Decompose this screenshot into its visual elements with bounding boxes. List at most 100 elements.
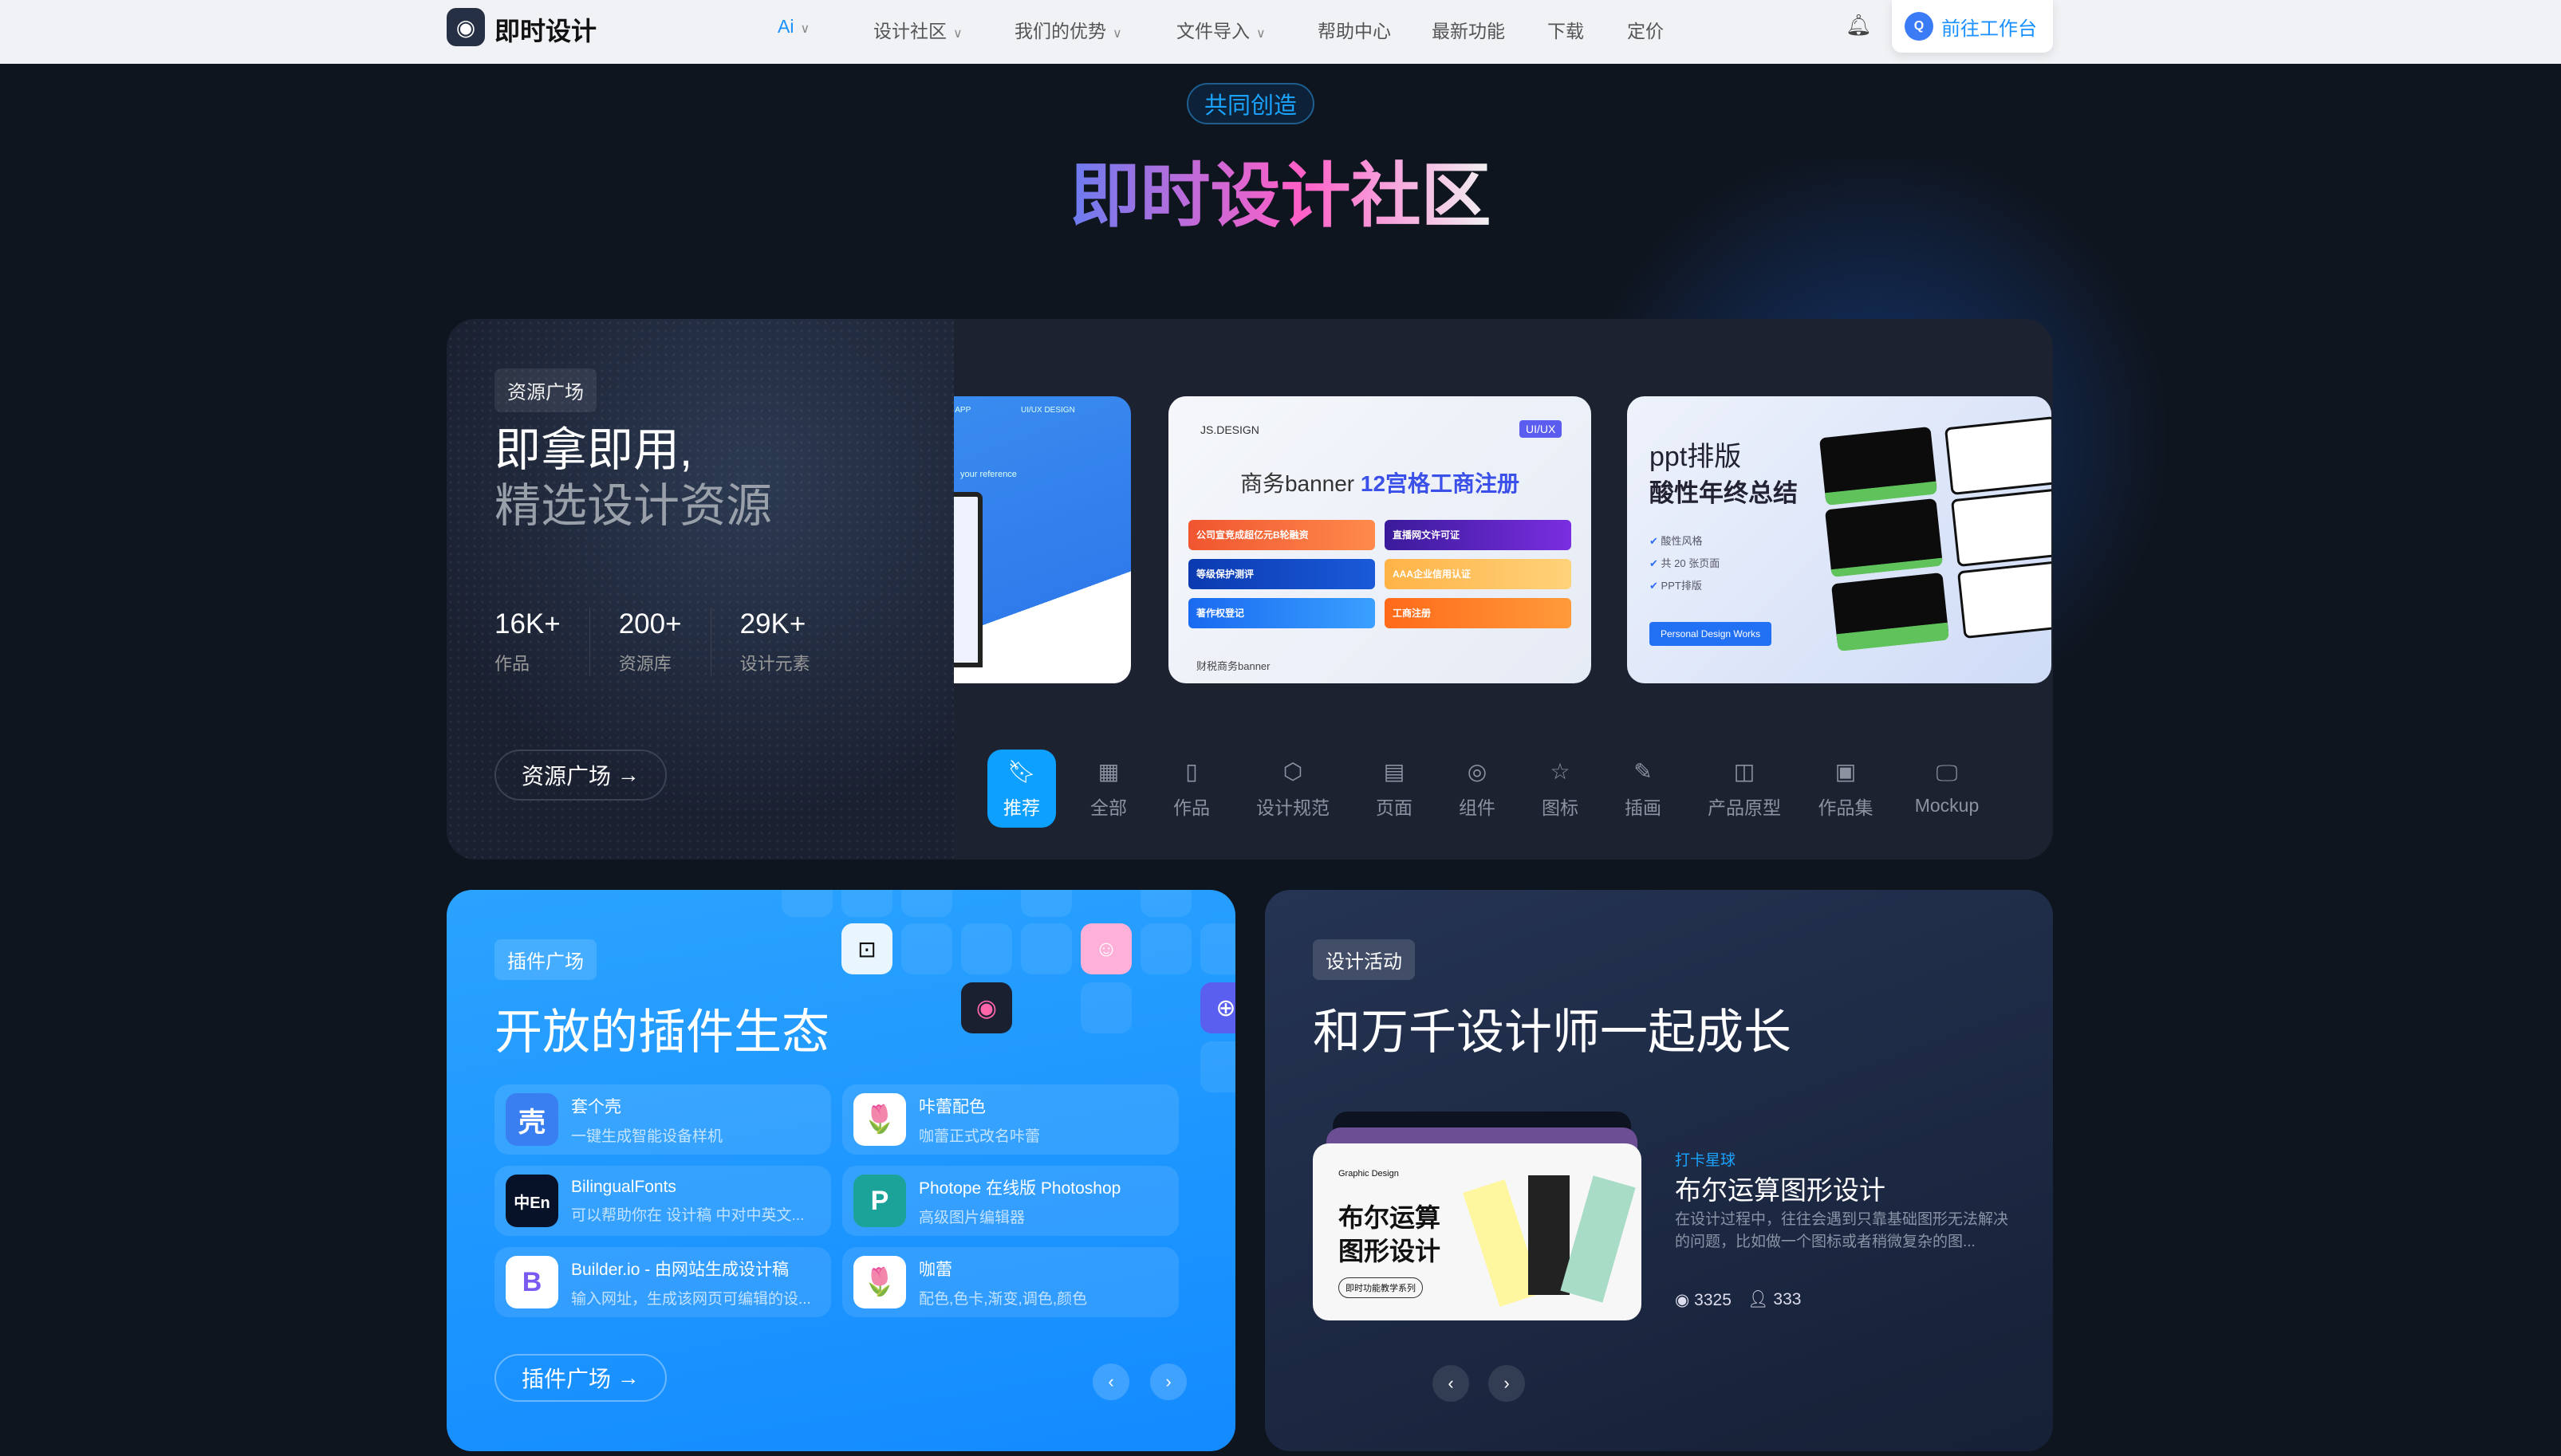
tab-2[interactable]: ▯ 作品 — [1150, 750, 1233, 828]
user-icon: 👤︎ — [1747, 1290, 1769, 1308]
next-button[interactable]: › — [1150, 1364, 1187, 1400]
check-icon: ✔ — [1649, 535, 1658, 547]
tab-10[interactable]: 🖵 Mockup — [1887, 750, 2007, 828]
scroll-icon: ▯ — [1185, 758, 1198, 784]
grid-icon: ▦ — [1097, 758, 1120, 784]
event-description: 在设计过程中，往往会遇到只靠基础图形无法解决的问题，比如做一个图标或者稍微复杂的… — [1675, 1211, 2009, 1250]
resources-intro-panel: 资源广场 即拿即用, 精选设计资源 16K+ 作品 200+ 资源库 29K+ 设计元… — [447, 319, 954, 860]
page-icon: ▤ — [1383, 758, 1405, 784]
resources-button[interactable]: 资源广场 → — [494, 750, 667, 801]
plugin-floating-icon: ◉ — [961, 982, 1012, 1033]
check-icon: ✔ — [1649, 557, 1658, 569]
plugins-tag: 插件广场 — [494, 939, 597, 980]
nav-pricing[interactable]: 定价 — [1627, 16, 1664, 43]
nav-advantages[interactable]: 我们的优势 ∨ — [1015, 16, 1122, 43]
resources-tag: 资源广场 — [494, 368, 597, 412]
resources-section: 资源广场 即拿即用, 精选设计资源 16K+ 作品 200+ 资源库 29K+ 设计元… — [447, 319, 2053, 860]
top-navbar: ◉ 即时设计 Ai ∨ 设计社区 ∨ 我们的优势 ∨ 文件导入 ∨ 帮助中心 最新功能 … — [0, 0, 2561, 64]
bell-icon[interactable]: 🔔︎ — [1846, 13, 1872, 37]
tab-4[interactable]: ▤ 页面 — [1353, 750, 1436, 828]
bookmark-icon: 🔖︎ — [1007, 758, 1036, 784]
plugin-list: 壳套个壳 一键生成智能设备样机 🌷 咔蕾配色 咖蕾正式改名咔蕾 中En BilingualF… — [494, 1084, 1179, 1317]
chevron-down-icon: ∨ — [1256, 27, 1266, 41]
participants-count: 👤︎ 333 — [1747, 1290, 1802, 1308]
ppt-slide-thumb — [1950, 487, 2051, 568]
plugin-icon: B — [506, 1256, 558, 1308]
hero-badge: 共同创造 — [1187, 83, 1314, 124]
resources-headline: 即拿即用, — [494, 424, 693, 476]
tab-9[interactable]: ▣ 作品集 — [1804, 750, 1887, 828]
arrow-right-icon: → — [617, 1365, 640, 1390]
resource-card-banner[interactable]: JS.DESIGN UI/UX 商务banner 12宫格工商注册 公司宣竞成超… — [1168, 396, 1591, 683]
stat-libraries: 200+ 资源库 — [618, 608, 682, 674]
category-tabs: 🔖︎ 推荐 ▦ 全部 ▯ 作品 ⬡ 设计规范 ▤ 页面 ◎ 组件 ☆ 图标 ✎ 插画 ◫ 产品原型 ▣ 作品集 🖵 Moc… — [987, 750, 2007, 828]
stat-elements: 29K+ 设计元素 — [739, 608, 810, 674]
check-icon: ✔ — [1649, 580, 1658, 592]
ppt-slide-thumb — [1818, 426, 1938, 506]
plugin-item[interactable]: P Photope 在线版 Photoshop 高级图片编辑器 — [842, 1166, 1179, 1236]
nav-download[interactable]: 下载 — [1547, 16, 1584, 43]
views-count: ◉ 3325 — [1675, 1291, 1732, 1309]
events-section: 设计活动 和万千设计师一起成长 Graphic Design 布尔运算图形设计 … — [1265, 890, 2053, 1451]
plugin-floating-icon: ⊕ — [1200, 982, 1235, 1033]
next-button[interactable]: › — [1488, 1365, 1525, 1402]
tab-1[interactable]: ▦ 全部 — [1067, 750, 1150, 828]
prev-button[interactable]: ‹ — [1093, 1364, 1129, 1400]
card-subtitle: your reference — [960, 470, 1017, 479]
workspace-icon: Q — [1905, 12, 1933, 41]
star-icon: ☆ — [1550, 758, 1570, 784]
plugin-item[interactable]: 🌷 咔蕾配色 咖蕾正式改名咔蕾 — [842, 1084, 1179, 1155]
nav-community[interactable]: 设计社区 ∨ — [873, 16, 963, 43]
nav-help[interactable]: 帮助中心 — [1318, 16, 1391, 43]
ppt-slide-thumb — [1824, 498, 1944, 578]
plugin-item[interactable]: 🌷 咖蕾 配色,色卡,渐变,调色,颜色 — [842, 1247, 1179, 1317]
plugin-item[interactable]: 壳套个壳 一键生成智能设备样机 — [494, 1084, 831, 1155]
logo-icon[interactable]: ◉ — [447, 8, 485, 46]
chevron-down-icon: ∨ — [800, 22, 810, 36]
event-title[interactable]: 布尔运算图形设计 — [1675, 1169, 1885, 1207]
tab-5[interactable]: ◎ 组件 — [1436, 750, 1519, 828]
chevron-down-icon: ∨ — [1113, 27, 1122, 41]
feather-icon: ✎ — [1633, 758, 1653, 784]
tab-7[interactable]: ✎ 插画 — [1602, 750, 1684, 828]
toggle-icon: ◎ — [1467, 758, 1487, 784]
workspace-button[interactable]: Q 前往工作台 — [1892, 0, 2053, 53]
chevron-down-icon: ∨ — [953, 27, 963, 41]
feature-list: ✔ 酸性风格 ✔ 共 20 张页面 ✔ PPT排版 — [1649, 535, 1720, 592]
plugin-icon: P — [853, 1175, 906, 1227]
tab-0[interactable]: 🔖︎ 推荐 — [987, 750, 1056, 828]
nav-ai[interactable]: Ai ∨ — [778, 16, 810, 37]
plugin-icon: 中En — [506, 1175, 558, 1227]
plugin-floating-icon: ☺ — [1081, 923, 1132, 974]
plugin-floating-icon: ⊡ — [841, 923, 892, 974]
resources-subheadline: 精选设计资源 — [494, 480, 773, 532]
tab-6[interactable]: ☆ 图标 — [1519, 750, 1602, 828]
brand-name[interactable]: 即时设计 — [494, 11, 597, 48]
ppt-slide-thumb — [1956, 559, 2051, 639]
briefcase-icon: ▣ — [1834, 758, 1857, 784]
event-cover[interactable]: Graphic Design 布尔运算图形设计 即时功能教学系列 — [1313, 1143, 1641, 1320]
event-category: 打卡星球 — [1675, 1152, 1736, 1169]
plugin-icon: 🌷 — [853, 1256, 906, 1308]
ppt-slide-thumb — [1944, 415, 2051, 496]
nav-new-features[interactable]: 最新功能 — [1432, 16, 1505, 43]
prev-button[interactable]: ‹ — [1432, 1365, 1469, 1402]
nav-import[interactable]: 文件导入 ∨ — [1176, 16, 1266, 43]
divider — [589, 608, 590, 676]
plugin-item[interactable]: 中En BilingualFonts 可以帮助你在 设计稿 中对中英文... — [494, 1166, 831, 1236]
tab-8[interactable]: ◫ 产品原型 — [1684, 750, 1804, 828]
plugin-icon: 🌷 — [853, 1093, 906, 1146]
resource-card-ppt[interactable]: ppt排版 酸性年终总结 ✔ 酸性风格 ✔ 共 20 张页面 ✔ PPT排版 P… — [1627, 396, 2051, 683]
cube-icon: ⬡ — [1282, 758, 1303, 784]
events-tag: 设计活动 — [1313, 939, 1415, 980]
tab-3[interactable]: ⬡ 设计规范 — [1233, 750, 1353, 828]
plugins-title: 开放的插件生态 — [494, 1005, 829, 1059]
plugin-item[interactable]: B Builder.io - 由网站生成设计稿 输入网址，生成该网页可编辑的设... — [494, 1247, 831, 1317]
layout-icon: ◫ — [1733, 758, 1755, 784]
plugin-icon: 壳 — [506, 1093, 558, 1146]
stats: 16K+ 作品 200+ 资源库 29K+ 设计元素 — [494, 608, 810, 676]
monitor-icon: 🖵 — [1936, 761, 1958, 785]
stat-works: 16K+ 作品 — [494, 608, 561, 674]
plugins-button[interactable]: 插件广场 → — [494, 1354, 667, 1402]
page-title: 即时设计社区 — [1070, 156, 1491, 235]
